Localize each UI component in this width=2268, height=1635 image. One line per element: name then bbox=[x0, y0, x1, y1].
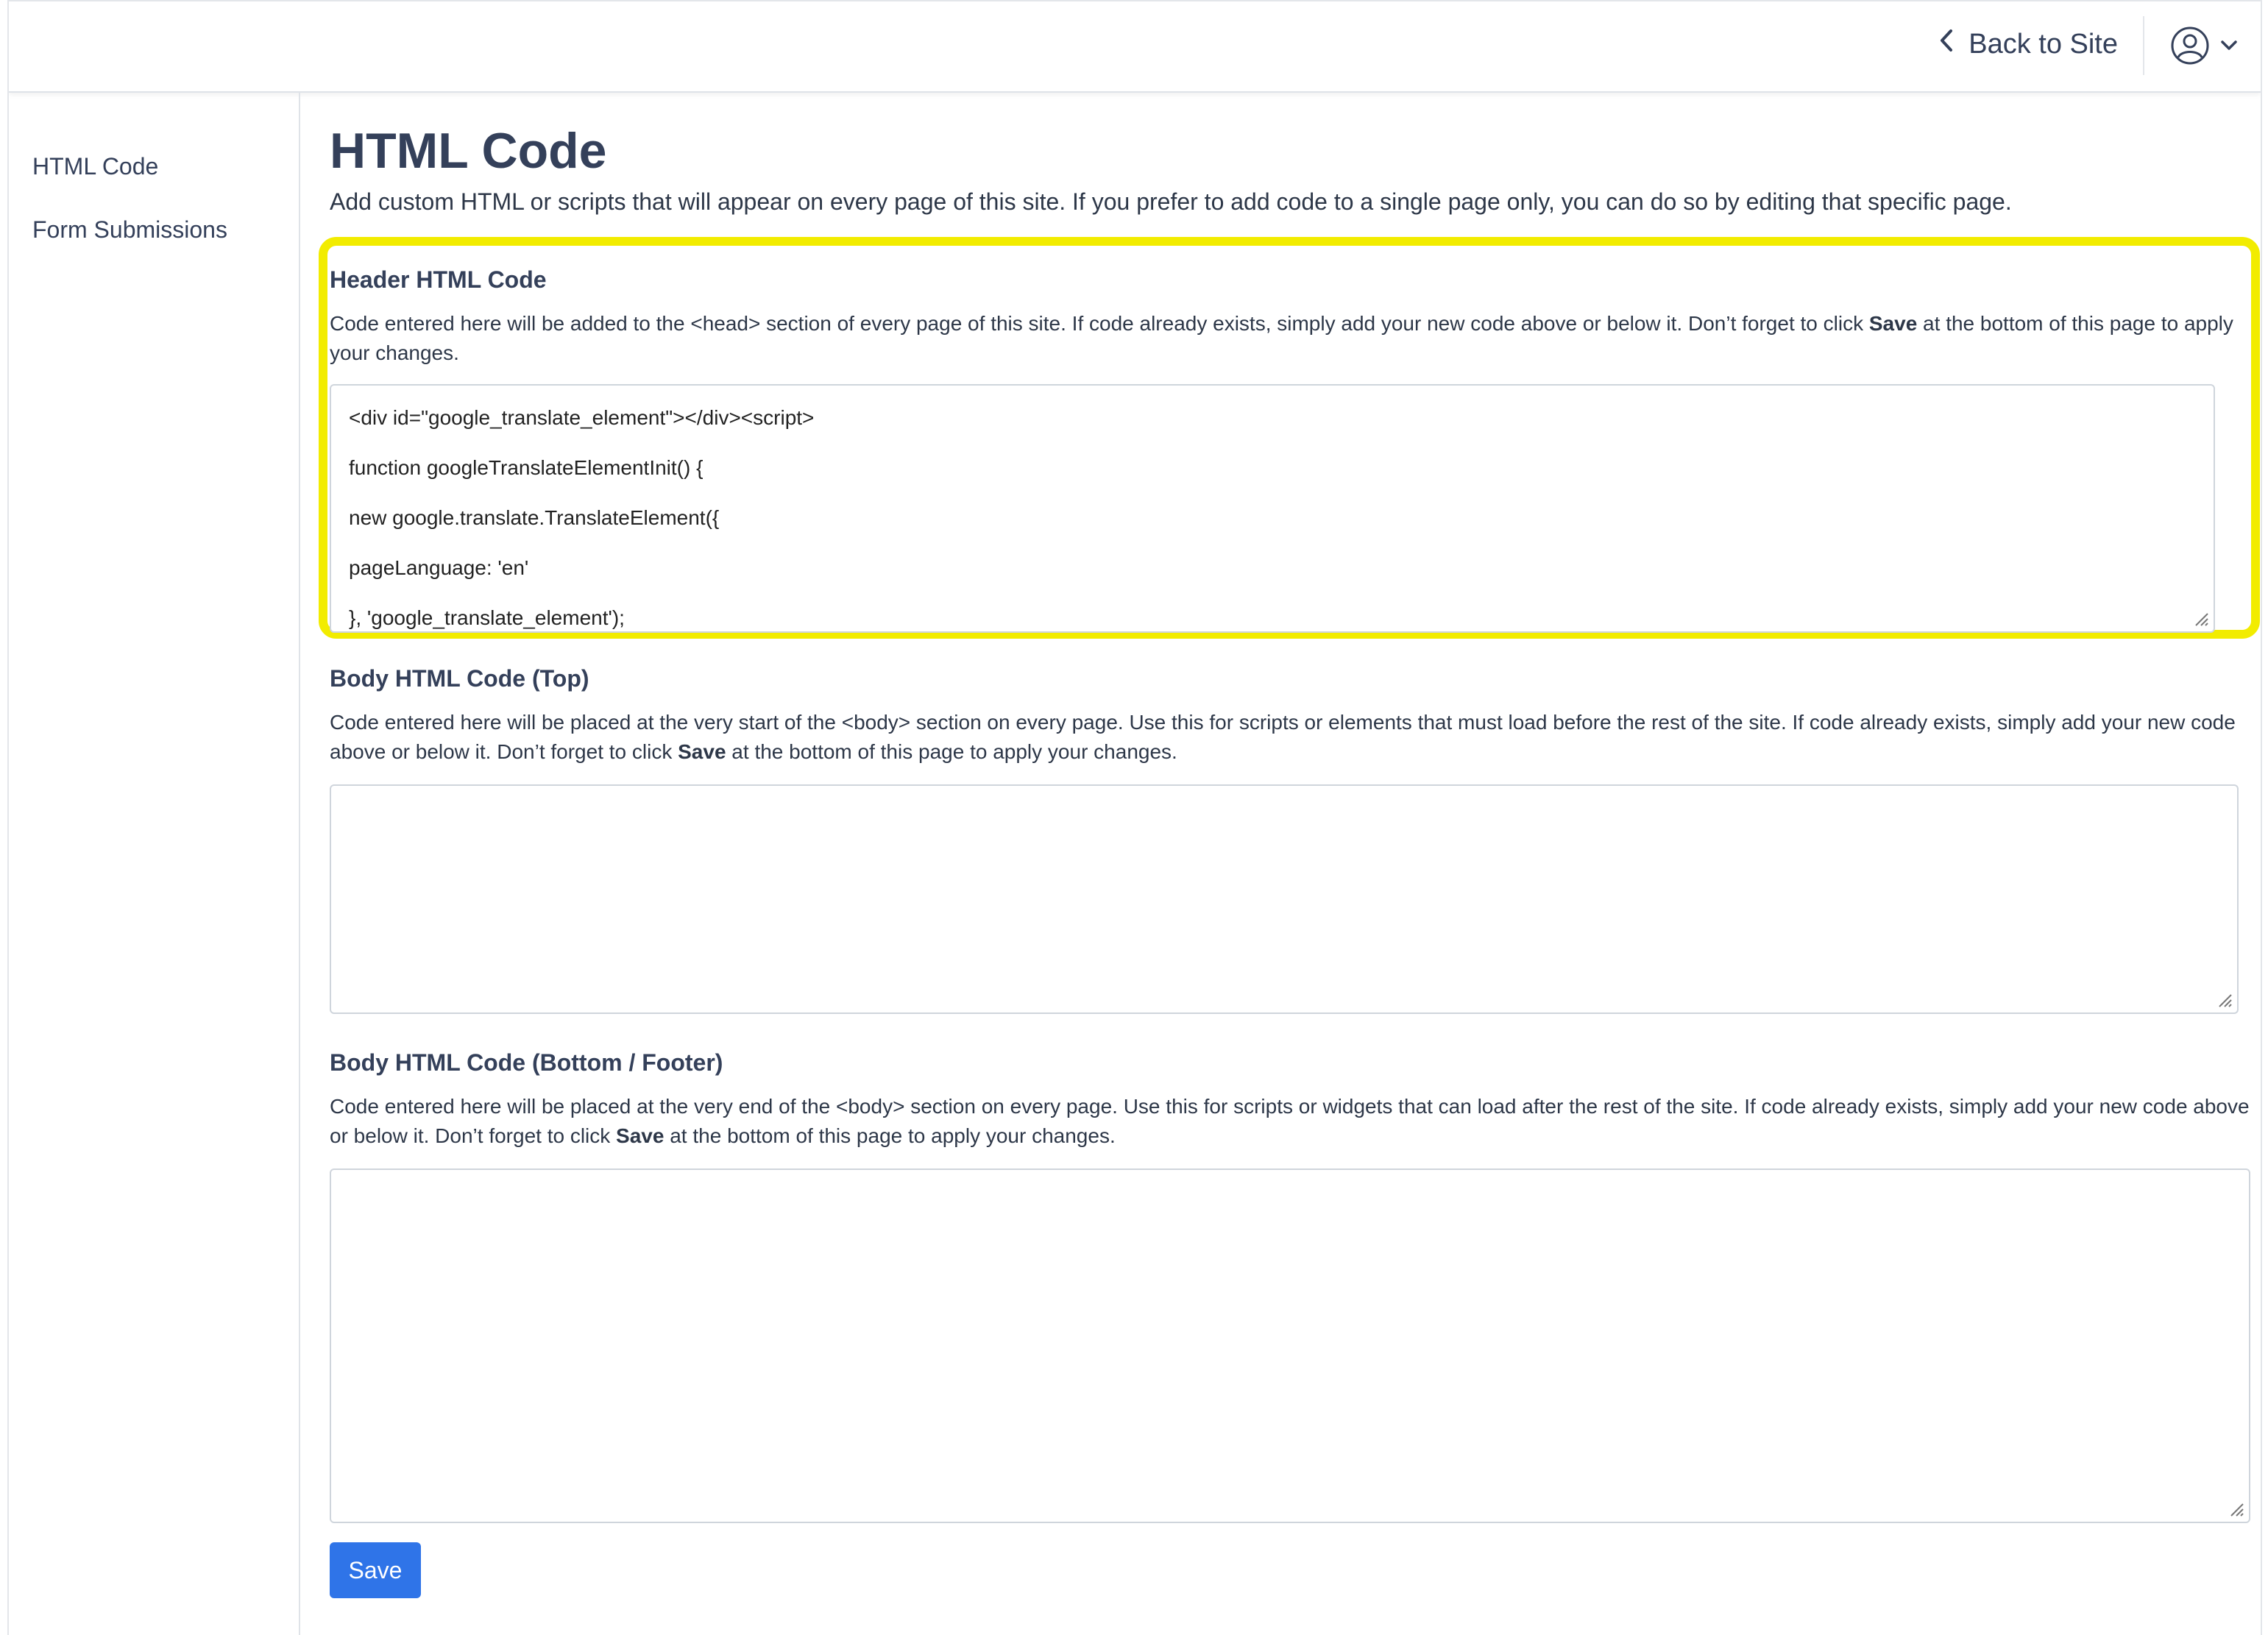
back-to-site-label: Back to Site bbox=[1968, 28, 2118, 60]
sidebar: HTML Code Form Submissions bbox=[9, 93, 300, 1635]
resize-grip-icon[interactable] bbox=[2216, 992, 2233, 1008]
body-bottom-code-textarea[interactable] bbox=[330, 1168, 2250, 1523]
chevron-down-icon bbox=[2219, 38, 2239, 57]
topbar-divider bbox=[2143, 16, 2144, 75]
save-button[interactable]: Save bbox=[330, 1542, 421, 1598]
code-line: new google.translate.TranslateElement({ bbox=[349, 506, 720, 529]
code-line: <div id="google_translate_element"></div… bbox=[349, 406, 815, 429]
back-to-site-link[interactable]: Back to Site bbox=[1936, 26, 2118, 62]
sidebar-item-html-code[interactable]: HTML Code bbox=[32, 153, 158, 180]
body-bottom-code-description: Code entered here will be placed at the … bbox=[330, 1095, 2250, 1147]
body-top-code-description: Code entered here will be placed at the … bbox=[330, 711, 2236, 763]
page-description: Add custom HTML or scripts that will app… bbox=[330, 188, 2012, 215]
body-top-code-title: Body HTML Code (Top) bbox=[330, 665, 589, 692]
body-bottom-code-title: Body HTML Code (Bottom / Footer) bbox=[330, 1049, 723, 1076]
resize-grip-icon[interactable] bbox=[2228, 1501, 2244, 1517]
chevron-left-icon bbox=[1936, 26, 1958, 62]
sidebar-item-form-submissions[interactable]: Form Submissions bbox=[32, 216, 227, 244]
save-emphasis: Save bbox=[616, 1124, 665, 1147]
top-bar: Back to Site bbox=[9, 1, 2261, 93]
resize-grip-icon[interactable] bbox=[2193, 611, 2209, 627]
app-frame: Back to Site HTML Code Form Submissions … bbox=[7, 0, 2262, 1635]
main-content: HTML Code Add custom HTML or scripts tha… bbox=[300, 93, 2261, 1635]
save-emphasis: Save bbox=[1868, 312, 1918, 335]
user-menu-button[interactable] bbox=[2169, 25, 2239, 70]
code-line: function googleTranslateElementInit() { bbox=[349, 456, 704, 479]
body-top-code-textarea[interactable] bbox=[330, 784, 2239, 1014]
header-code-title: Header HTML Code bbox=[330, 266, 547, 293]
header-code-textarea[interactable]: <div id="google_translate_element"></div… bbox=[330, 384, 2215, 633]
page-title: HTML Code bbox=[330, 123, 607, 179]
header-code-description: Code entered here will be added to the <… bbox=[330, 312, 2233, 364]
save-emphasis: Save bbox=[678, 740, 726, 763]
code-line: }, 'google_translate_element'); bbox=[349, 606, 625, 629]
user-circle-icon bbox=[2169, 25, 2211, 70]
code-line: pageLanguage: 'en' bbox=[349, 556, 529, 579]
